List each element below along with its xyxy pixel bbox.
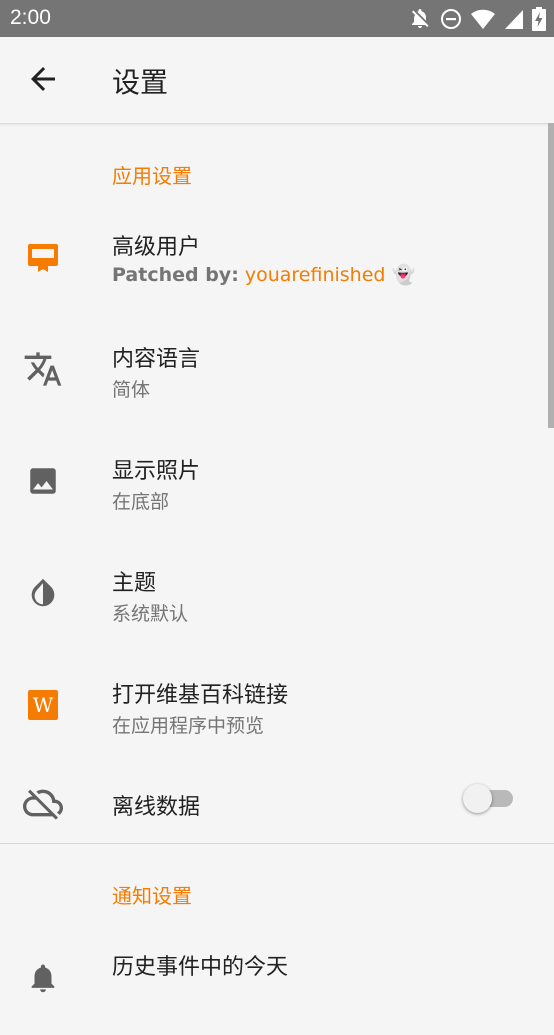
patched-by-name: youarefinished <box>244 264 386 286</box>
cloud-off-icon <box>22 782 64 824</box>
setting-title: 离线数据 <box>112 795 201 820</box>
cellular-signal-icon <box>504 8 524 30</box>
setting-offline-data[interactable]: 离线数据 <box>0 763 554 875</box>
setting-title: 历史事件中的今天 <box>112 955 289 980</box>
arrow-back-icon <box>31 67 55 91</box>
translate-icon <box>22 348 64 390</box>
setting-subtitle: Patched by: youarefinished 👻 <box>112 263 415 286</box>
setting-show-photos[interactable]: 显示照片 在底部 <box>0 427 554 539</box>
notifications-off-icon <box>408 7 432 31</box>
patched-by-label: Patched by: <box>112 264 239 286</box>
setting-subtitle: 简体 <box>112 379 151 401</box>
setting-theme[interactable]: 主题 系统默认 <box>0 539 554 651</box>
toggle-thumb <box>463 784 492 813</box>
scrollbar[interactable] <box>548 123 554 428</box>
battery-charging-icon <box>532 7 546 31</box>
theme-drop-icon <box>22 572 64 614</box>
section-header-app-settings: 应用设置 <box>112 164 192 188</box>
app-bar: 设置 <box>0 37 554 124</box>
setting-subtitle: 在底部 <box>112 491 170 513</box>
wikipedia-icon: W <box>22 684 64 726</box>
setting-advanced-user[interactable]: 高级用户 Patched by: youarefinished 👻 <box>0 203 554 315</box>
back-button[interactable] <box>25 61 61 97</box>
wifi-icon <box>470 8 496 30</box>
setting-subtitle: 在应用程序中预览 <box>112 715 265 737</box>
setting-title: 显示照片 <box>112 459 201 484</box>
setting-title: 内容语言 <box>112 347 201 372</box>
setting-on-this-day[interactable]: 历史事件中的今天 <box>0 923 554 1035</box>
setting-open-wikipedia-links[interactable]: W 打开维基百科链接 在应用程序中预览 <box>0 651 554 763</box>
setting-title: 主题 <box>112 571 157 596</box>
section-header-notification-settings: 通知设置 <box>112 884 192 908</box>
section-divider <box>0 843 554 844</box>
do-not-disturb-icon <box>440 8 462 30</box>
premium-card-icon <box>22 236 64 278</box>
status-time: 2:00 <box>10 6 51 29</box>
setting-subtitle: 系统默认 <box>112 603 189 625</box>
ghost-emoji: 👻 <box>391 264 416 286</box>
page-title: 设置 <box>112 66 169 99</box>
setting-content-language[interactable]: 内容语言 简体 <box>0 315 554 427</box>
offline-data-toggle[interactable] <box>463 784 515 813</box>
status-bar: 2:00 <box>0 0 554 37</box>
image-icon <box>22 460 64 502</box>
bell-icon <box>22 957 64 999</box>
status-icons <box>408 7 546 31</box>
setting-title: 打开维基百科链接 <box>112 683 289 708</box>
setting-title: 高级用户 <box>112 235 201 260</box>
